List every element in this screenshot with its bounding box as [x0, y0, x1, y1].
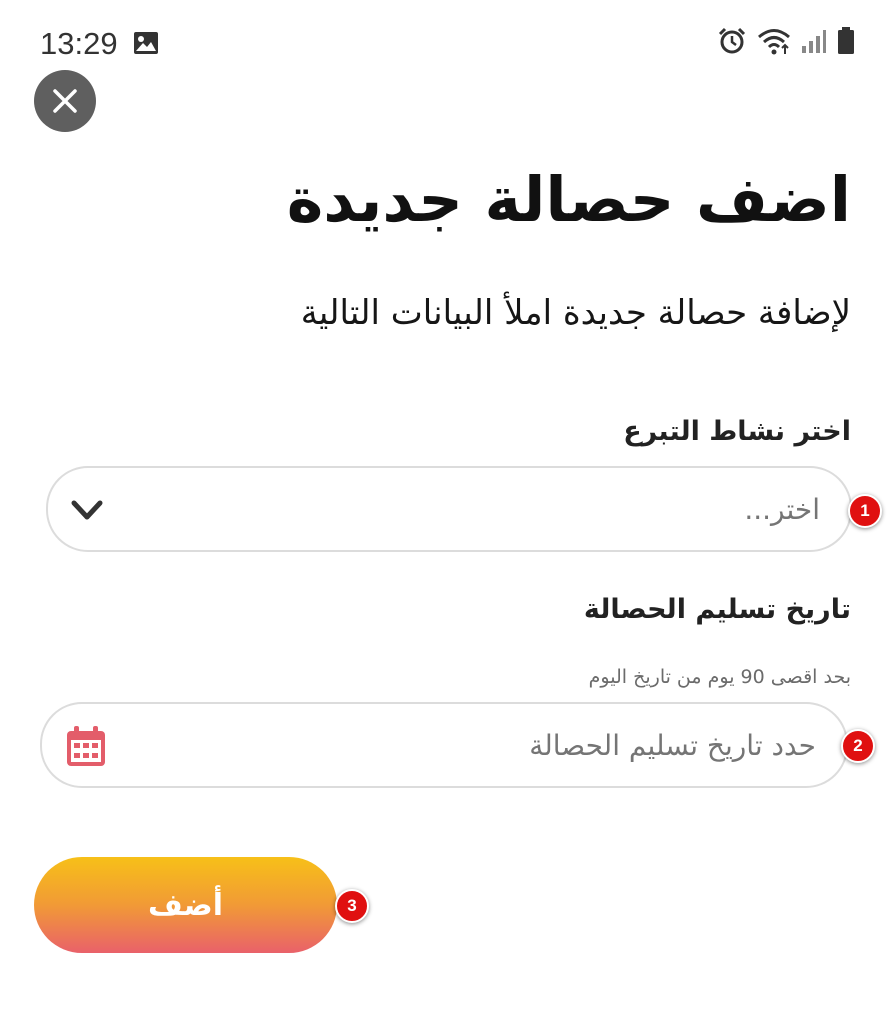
- wifi-icon: [758, 29, 790, 55]
- activity-select[interactable]: اختر...: [46, 466, 852, 552]
- close-icon: [53, 89, 77, 113]
- alarm-icon: [718, 27, 746, 54]
- activity-field-label: اختر نشاط التبرع: [623, 416, 851, 447]
- add-button-label: أضف: [148, 887, 223, 923]
- step-badge-2: 2: [841, 729, 875, 763]
- status-icons: [717, 26, 855, 56]
- calendar-icon: [67, 726, 105, 766]
- battery-icon: [838, 27, 854, 54]
- status-bar: 13:29: [0, 0, 889, 80]
- close-button[interactable]: [34, 70, 96, 132]
- date-field-label: تاريخ تسليم الحصالة: [583, 594, 851, 625]
- step-badge-1: 1: [848, 494, 882, 528]
- gallery-icon: [134, 32, 158, 54]
- activity-select-placeholder: اختر...: [744, 492, 820, 526]
- step-badge-3: 3: [335, 889, 369, 923]
- signal-icon: [802, 30, 826, 53]
- page-title: اضف حصالة جديدة: [286, 163, 851, 236]
- delivery-date-placeholder: حدد تاريخ تسليم الحصالة: [529, 728, 816, 762]
- chevron-down-icon: [71, 500, 103, 520]
- status-time: 13:29: [40, 26, 118, 61]
- date-field-hint: بحد اقصى 90 يوم من تاريخ اليوم: [588, 666, 851, 688]
- add-button[interactable]: أضف: [34, 857, 337, 953]
- delivery-date-field[interactable]: حدد تاريخ تسليم الحصالة: [40, 702, 848, 788]
- page-subtitle: لإضافة حصالة جديدة املأ البيانات التالية: [300, 293, 851, 333]
